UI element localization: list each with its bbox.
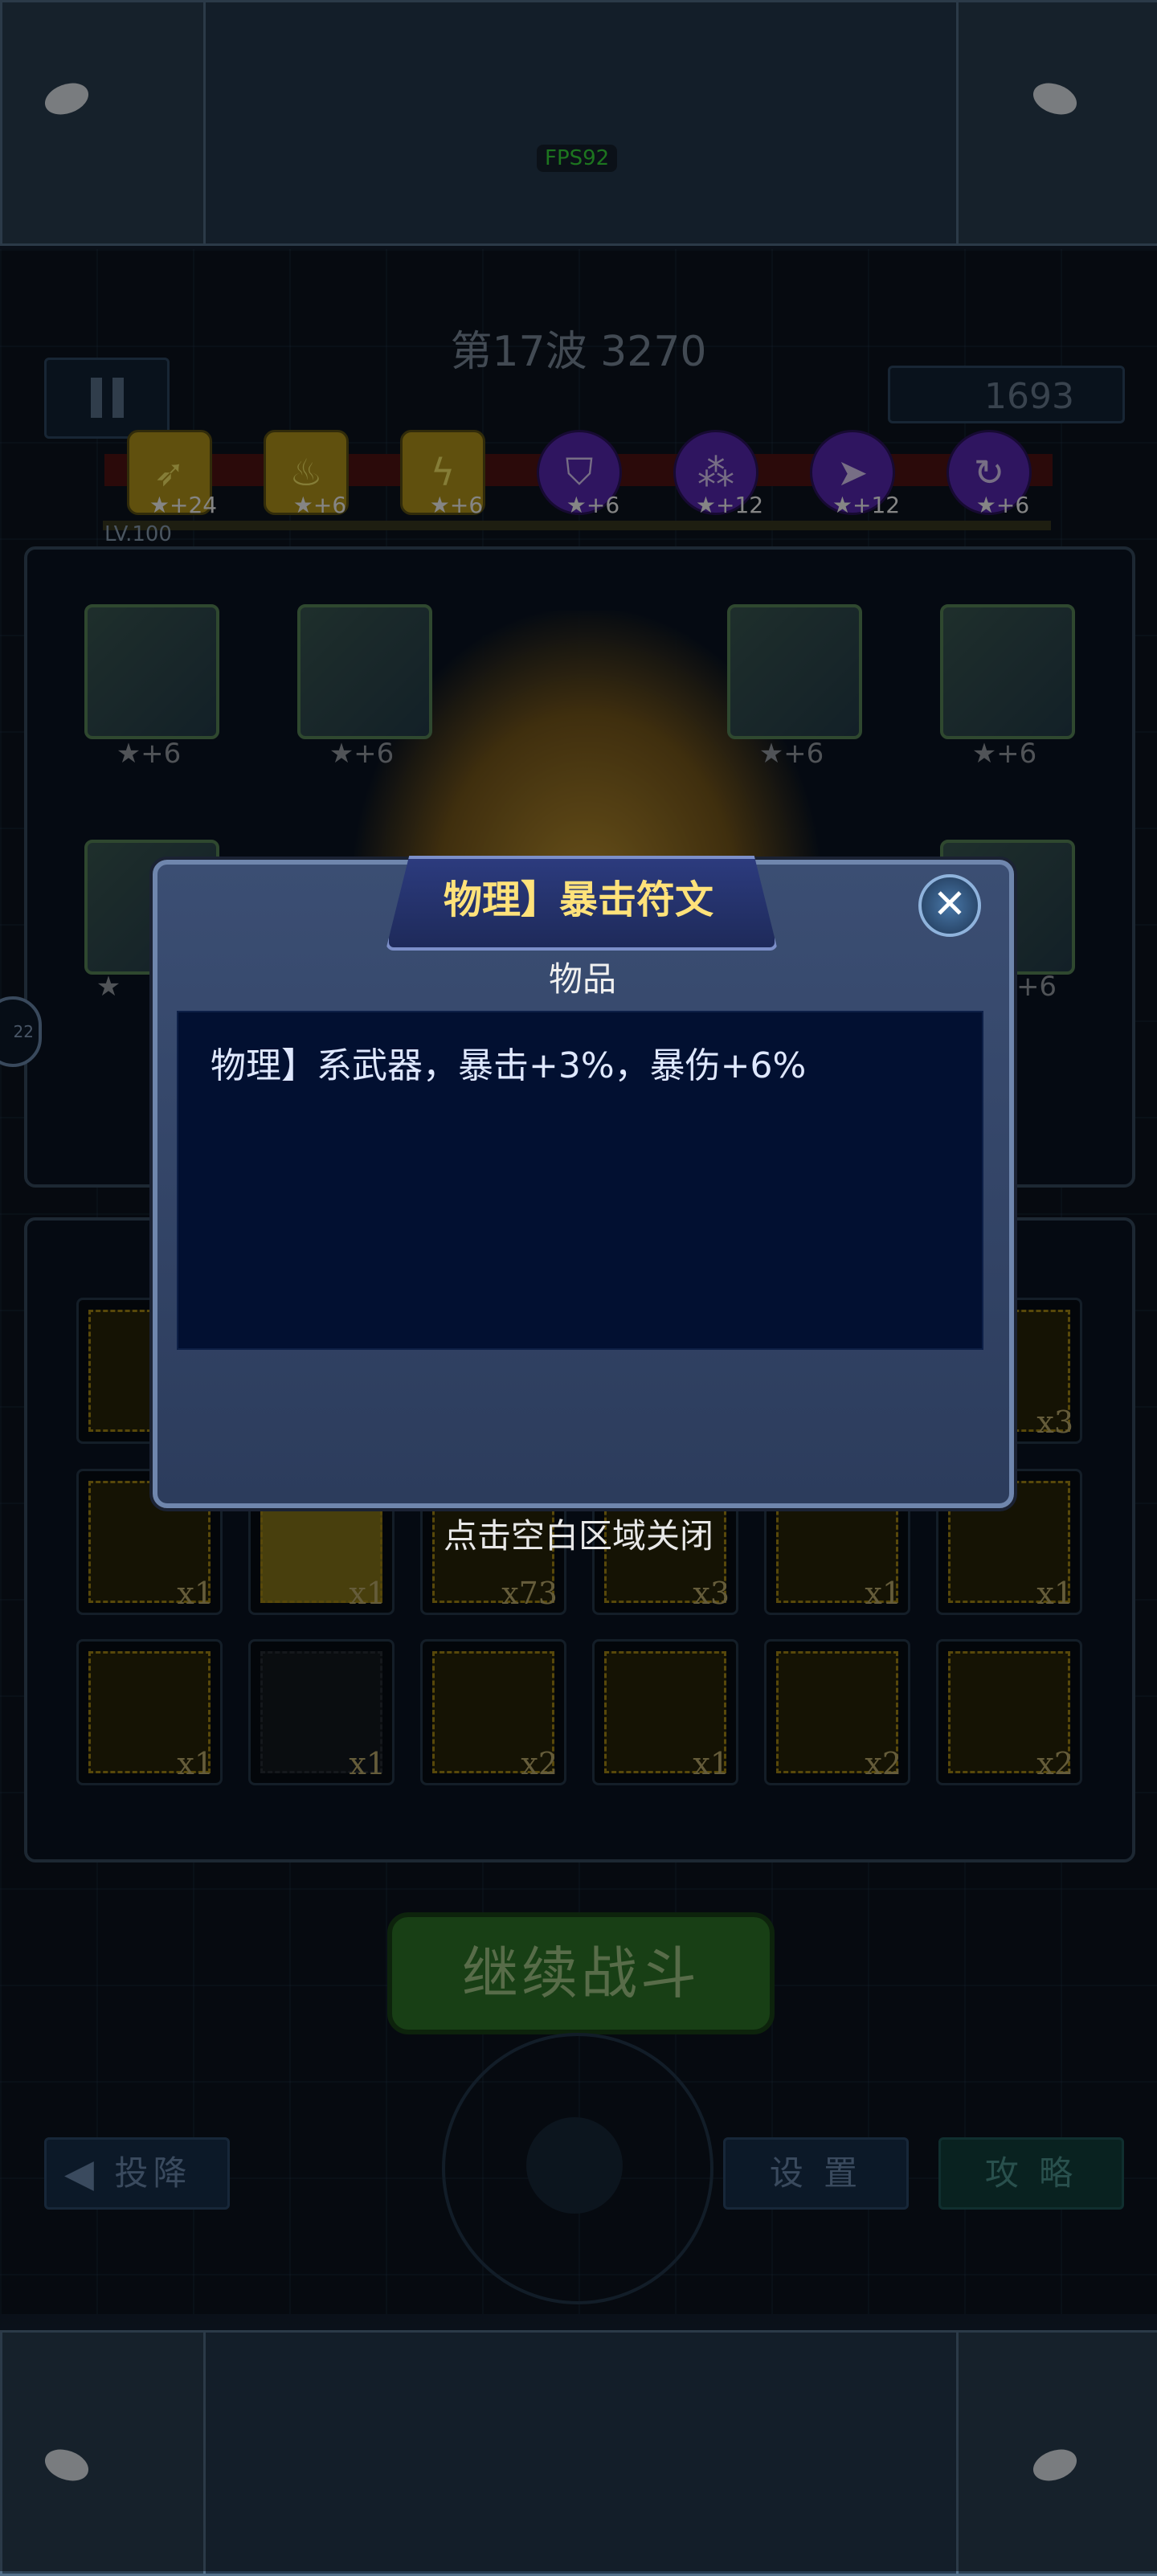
dialog-title: 物理】暴击符文 [443,877,713,922]
tap-to-close-hint: 点击空白区域关闭 [443,1516,713,1556]
close-icon[interactable]: ✕ [918,874,981,937]
dialog-subtitle: 物品 [548,959,616,999]
dialog-description: 物理】系武器，暴击+3%，暴伤+6% [211,1045,807,1086]
